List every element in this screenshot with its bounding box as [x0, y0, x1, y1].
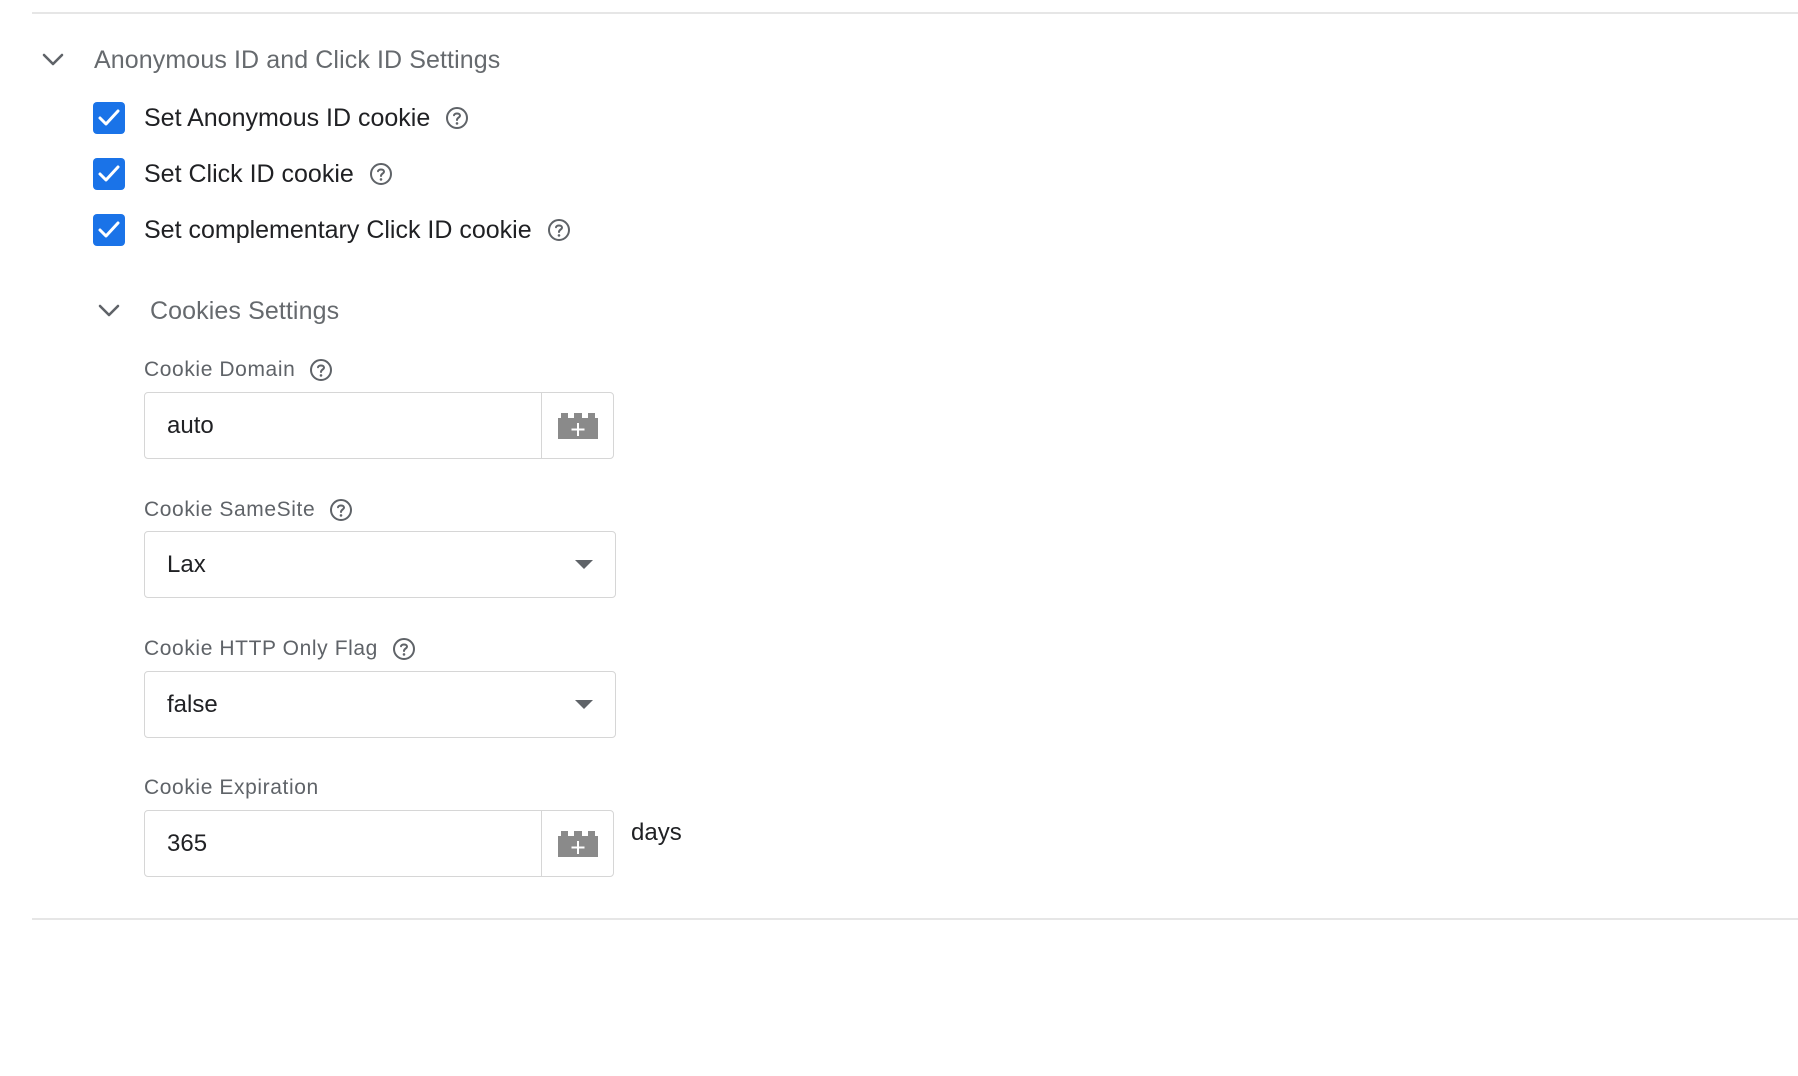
help-circle-icon[interactable] [369, 162, 393, 186]
checkmark-icon [98, 221, 120, 238]
click-id-cookie-checkbox[interactable] [93, 158, 125, 190]
anonymous-id-cookie-checkbox[interactable] [93, 102, 125, 134]
cookie-domain-label-row: Cookie Domain [144, 356, 333, 384]
anonymous-id-cookie-row: Set Anonymous ID cookie [93, 101, 469, 135]
cookie-samesite-select[interactable]: Lax [144, 531, 616, 598]
cookie-samesite-label-row: Cookie SameSite [144, 496, 353, 524]
cookie-domain-input[interactable]: auto [145, 393, 542, 458]
variable-picker-icon[interactable] [542, 393, 613, 458]
click-id-cookie-label[interactable]: Set Click ID cookie [144, 160, 354, 189]
cookie-samesite-label: Cookie SameSite [144, 498, 316, 521]
help-circle-icon[interactable] [547, 218, 571, 242]
cookie-expiration-input[interactable]: 365 [145, 811, 542, 876]
cookies-settings-title: Cookies Settings [150, 297, 340, 325]
help-circle-icon[interactable] [445, 106, 469, 130]
dropdown-arrow-icon [575, 699, 593, 709]
complementary-click-id-cookie-label[interactable]: Set complementary Click ID cookie [144, 216, 532, 245]
top-divider [32, 12, 1798, 14]
dropdown-arrow-icon [575, 559, 593, 569]
cookie-samesite-value: Lax [167, 550, 206, 578]
cookie-expiration-label: Cookie Expiration [144, 776, 319, 799]
anonymous-id-cookie-label[interactable]: Set Anonymous ID cookie [144, 104, 430, 133]
cookie-domain-label: Cookie Domain [144, 358, 296, 381]
checkmark-icon [98, 109, 120, 126]
cookie-http-only-select[interactable]: false [144, 671, 616, 738]
complementary-click-id-cookie-checkbox[interactable] [93, 214, 125, 246]
cookies-collapse-chevron-icon[interactable] [97, 299, 121, 323]
cookie-expiration-field: 365 [144, 810, 614, 877]
section-collapse-chevron-icon[interactable] [41, 48, 65, 72]
help-circle-icon[interactable] [309, 358, 333, 382]
help-circle-icon[interactable] [329, 498, 353, 522]
checkmark-icon [98, 165, 120, 182]
complementary-click-id-cookie-row: Set complementary Click ID cookie [93, 213, 571, 247]
cookie-http-only-label-row: Cookie HTTP Only Flag [144, 635, 416, 663]
section-title: Anonymous ID and Click ID Settings [94, 46, 501, 74]
cookie-domain-field: auto [144, 392, 614, 459]
cookie-http-only-label: Cookie HTTP Only Flag [144, 637, 378, 660]
bottom-divider [32, 918, 1798, 920]
cookie-expiration-unit: days [631, 819, 682, 846]
variable-picker-icon[interactable] [542, 811, 613, 876]
click-id-cookie-row: Set Click ID cookie [93, 157, 393, 191]
cookie-expiration-label-row: Cookie Expiration [144, 774, 319, 802]
help-circle-icon[interactable] [392, 637, 416, 661]
cookie-http-only-value: false [167, 690, 218, 718]
